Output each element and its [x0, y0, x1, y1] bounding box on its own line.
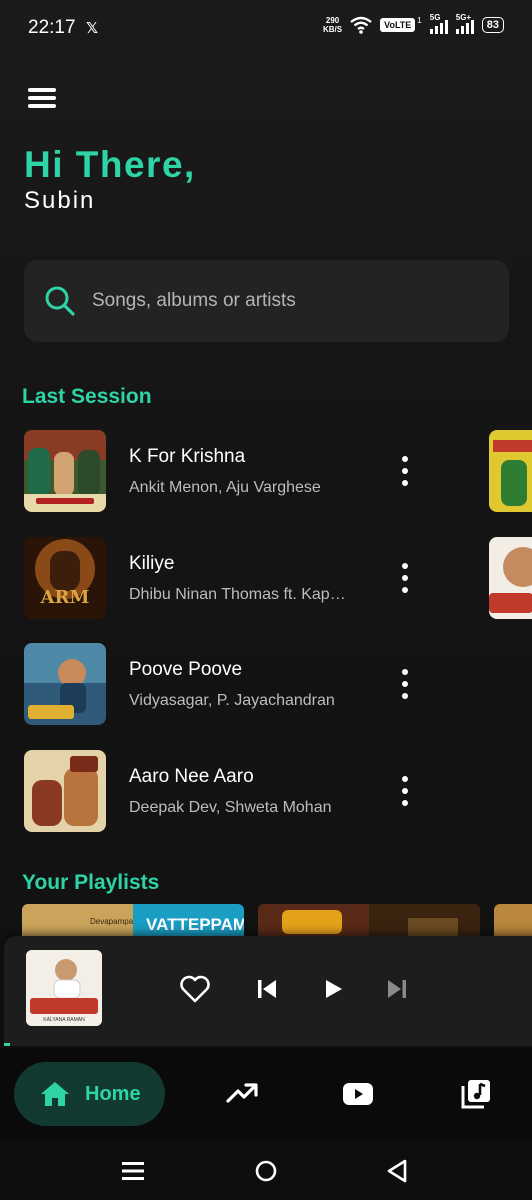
volte-badge: VoLTE — [380, 18, 416, 32]
next-column-album-art[interactable] — [489, 430, 532, 512]
home-system-icon[interactable] — [254, 1159, 278, 1183]
song-title: K For Krishna — [129, 446, 246, 467]
playlists-heading: Your Playlists — [22, 871, 160, 894]
home-icon — [41, 1082, 69, 1106]
album-art: ARM — [24, 537, 106, 619]
signal-2-icon: 5G+ — [455, 13, 474, 34]
battery-indicator: 83 — [481, 17, 504, 33]
greeting-title: Hi There, — [24, 144, 196, 185]
user-name: Subin — [24, 187, 96, 214]
song-title: Aaro Nee Aaro — [129, 766, 254, 787]
album-art — [24, 750, 106, 832]
x-logo-icon: 𝕏 — [86, 20, 99, 37]
svg-text:VATTEPPAM: VATTEPPAM — [146, 915, 244, 934]
search-bar[interactable] — [24, 260, 509, 342]
svg-text:ARM: ARM — [40, 587, 90, 608]
song-row[interactable]: K For Krishna Ankit Menon, Aju Varghese — [24, 430, 464, 512]
now-playing-art: KALYANA RAMAN — [26, 950, 102, 1026]
playlist-card[interactable] — [494, 904, 532, 938]
search-input[interactable] — [92, 286, 482, 316]
song-row[interactable]: Poove Poove Vidyasagar, P. Jayachandran — [24, 643, 464, 725]
status-time: 22:17 — [28, 17, 76, 38]
song-artist: Dhibu Ninan Thomas ft. Kapil Kapilan — [129, 586, 349, 603]
nav-home[interactable]: Home — [14, 1062, 165, 1126]
recent-apps-icon[interactable] — [121, 1160, 145, 1182]
search-icon — [45, 286, 75, 316]
wifi-icon — [350, 16, 372, 34]
svg-text:Devapampa: Devapampa — [90, 917, 134, 926]
album-art — [24, 430, 106, 512]
playlist-card[interactable] — [258, 904, 480, 938]
net-speed: 290 KB/S — [323, 16, 343, 34]
song-row[interactable]: Aaro Nee Aaro Deepak Dev, Shweta Mohan — [24, 750, 464, 832]
playback-progress[interactable] — [4, 1043, 10, 1046]
heart-icon[interactable] — [180, 975, 210, 1003]
next-column-album-art[interactable] — [489, 537, 532, 619]
album-art — [24, 643, 106, 725]
trending-icon[interactable] — [226, 1082, 258, 1104]
status-bar: 22:17 𝕏 290 KB/S VoLTE 1 5G 5G+ 83 — [0, 0, 532, 56]
more-options-icon[interactable] — [396, 669, 414, 699]
song-title: Kiliye — [129, 553, 175, 574]
volte-sim: 1 — [417, 15, 422, 25]
more-options-icon[interactable] — [396, 776, 414, 806]
system-navigation-bar — [0, 1140, 532, 1200]
song-artist: Deepak Dev, Shweta Mohan — [129, 799, 332, 816]
playlist-card[interactable]: Devapampa VATTEPPAM — [22, 904, 244, 938]
last-session-heading: Last Session — [22, 385, 152, 408]
song-title: Poove Poove — [129, 659, 243, 680]
youtube-icon[interactable] — [342, 1082, 374, 1106]
menu-button[interactable] — [28, 88, 56, 112]
playlist-carousel: Devapampa VATTEPPAM — [22, 904, 532, 938]
play-icon[interactable] — [322, 978, 344, 1000]
next-icon[interactable] — [386, 978, 408, 1000]
song-artist: Ankit Menon, Aju Varghese — [129, 479, 321, 496]
more-options-icon[interactable] — [396, 563, 414, 593]
svg-text:KALYANA RAMAN: KALYANA RAMAN — [43, 1017, 85, 1023]
previous-icon[interactable] — [256, 978, 278, 1000]
song-artist: Vidyasagar, P. Jayachandran — [129, 692, 335, 709]
status-icons: 290 KB/S VoLTE 1 5G 5G+ 83 — [323, 13, 504, 34]
more-options-icon[interactable] — [396, 456, 414, 486]
back-icon[interactable] — [386, 1159, 408, 1183]
nav-home-label: Home — [85, 1083, 141, 1105]
signal-1-icon: 5G — [429, 13, 448, 34]
bottom-navigation: Home — [0, 1048, 532, 1140]
library-icon[interactable] — [460, 1078, 492, 1110]
song-row[interactable]: ARM Kiliye Dhibu Ninan Thomas ft. Kapil … — [24, 537, 464, 619]
mini-player[interactable]: KALYANA RAMAN — [4, 936, 532, 1046]
